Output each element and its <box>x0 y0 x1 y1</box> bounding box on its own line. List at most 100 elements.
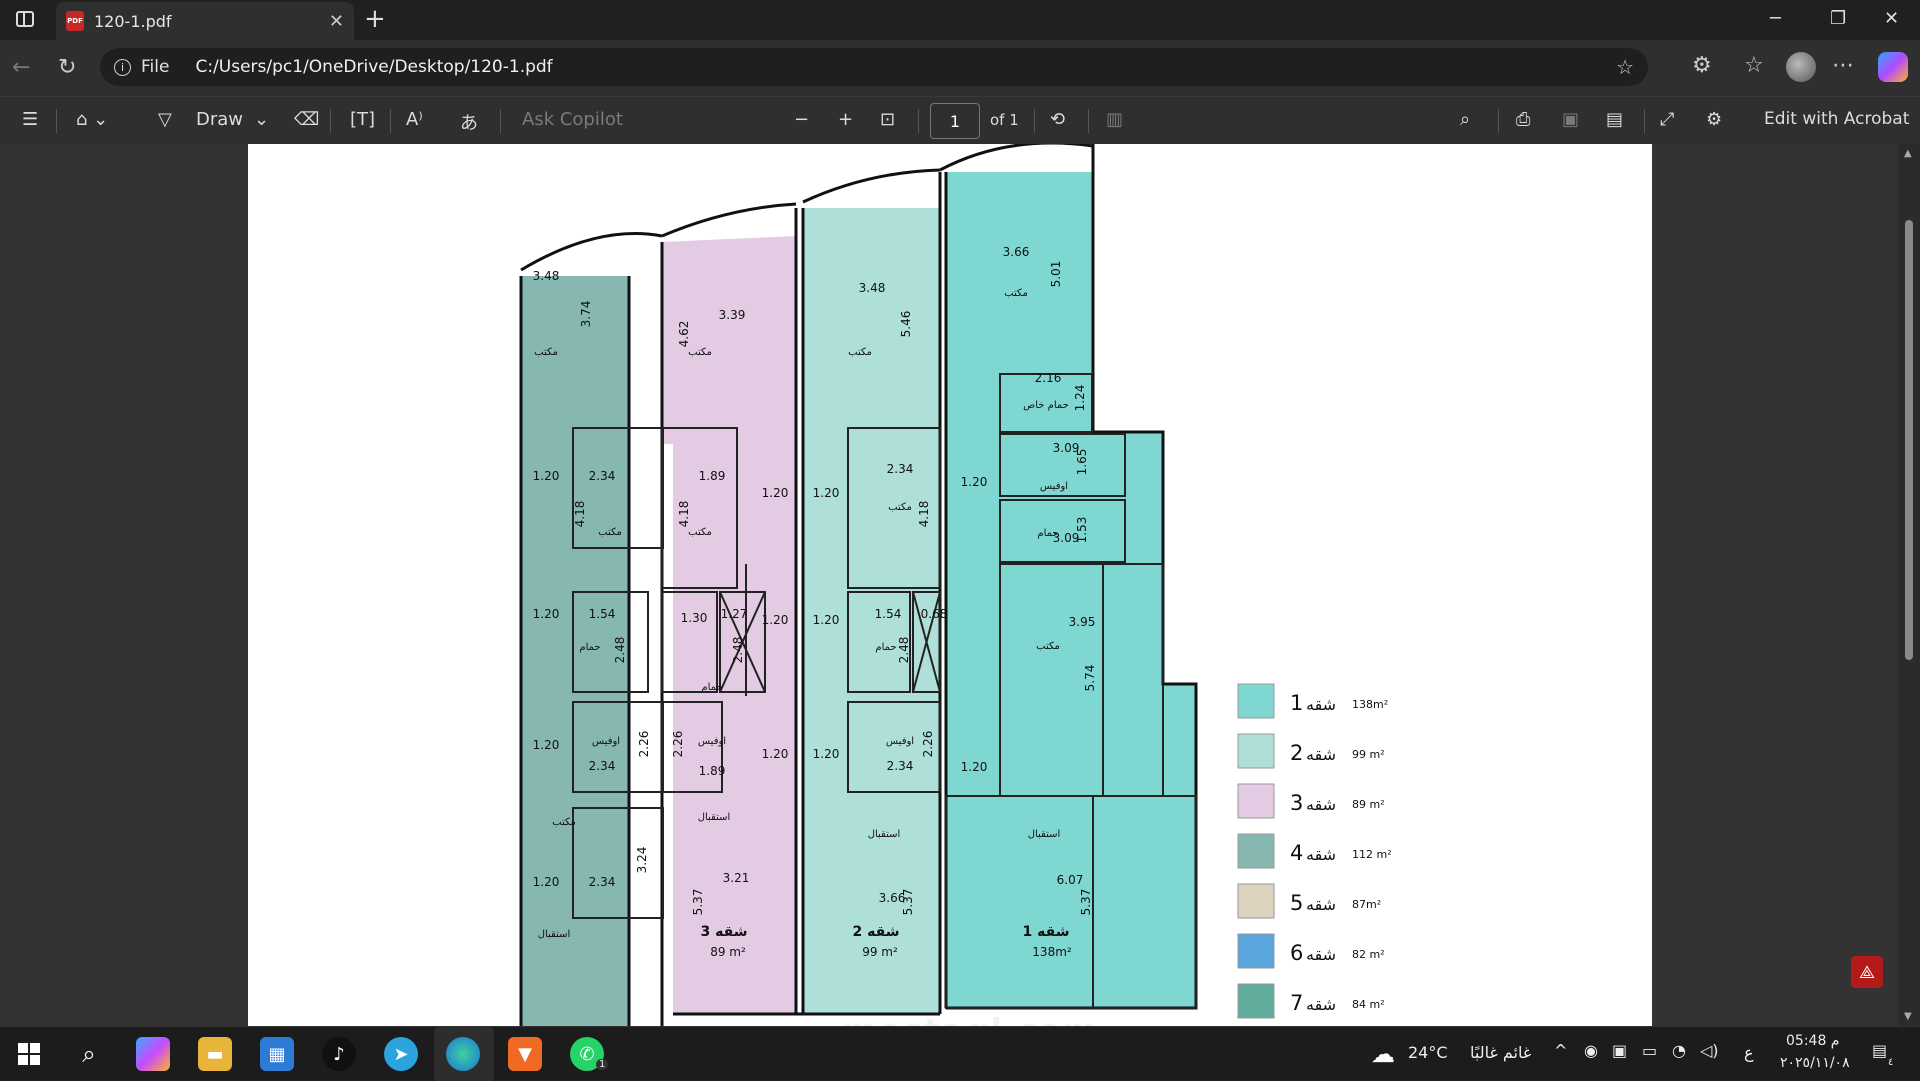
input-method[interactable]: ع <box>1744 1043 1754 1062</box>
room-label: حمام خاص <box>1023 400 1069 411</box>
info-icon[interactable]: i <box>114 58 131 76</box>
page-view-icon[interactable]: ▥ <box>1106 109 1123 130</box>
weather-text[interactable]: غائم غالبًا <box>1470 1043 1531 1062</box>
highlight-icon[interactable]: ⌂ ⌄ <box>76 109 108 130</box>
scroll-up-icon[interactable]: ▲ <box>1904 148 1912 159</box>
draw-dropdown-icon[interactable]: ⌄ <box>254 109 269 130</box>
telegram-icon[interactable]: ➤ <box>384 1037 418 1071</box>
file-explorer-icon[interactable]: ▬ <box>198 1037 232 1071</box>
legend-number: 1 <box>1290 691 1303 715</box>
sidebar-toggle-icon[interactable] <box>16 11 34 27</box>
dimension-label: 1.27 <box>721 607 748 621</box>
clock-time[interactable]: 05:48 م <box>1786 1033 1839 1049</box>
copilot-icon[interactable] <box>1878 52 1908 82</box>
favorites-icon[interactable]: ☆ <box>1744 53 1764 78</box>
legend-number: 2 <box>1290 741 1303 765</box>
screen-icon[interactable]: ▣ <box>1612 1041 1627 1060</box>
extensions-icon[interactable]: ⚙ <box>1692 53 1712 78</box>
tab-pdf[interactable]: PDF 120-1.pdf ✕ <box>56 2 354 40</box>
ask-copilot-button[interactable]: Ask Copilot <box>522 109 623 130</box>
dimension-label: 3.95 <box>1069 615 1096 629</box>
legend-number: 7 <box>1290 991 1303 1015</box>
acrobat-icon[interactable]: ⟁ <box>1851 956 1883 988</box>
wifi-icon[interactable]: ◔ <box>1672 1041 1686 1060</box>
vertical-scrollbar[interactable]: ▲ ▼ <box>1898 144 1920 1026</box>
edit-with-acrobat-button[interactable]: Edit with Acrobat <box>1764 109 1909 129</box>
search-icon[interactable]: ⌕ <box>1460 109 1470 130</box>
close-window-icon[interactable]: ✕ <box>1884 8 1899 29</box>
settings-icon[interactable]: ⚙ <box>1706 109 1722 130</box>
windows-start-icon[interactable] <box>12 1037 46 1071</box>
room-label: استقبال <box>698 812 731 823</box>
weather-temp[interactable]: 24°C <box>1408 1043 1448 1062</box>
unit-tag-area: 89 m² <box>710 945 746 959</box>
scrollbar-thumb[interactable] <box>1905 220 1913 660</box>
minimize-icon[interactable]: ─ <box>1770 8 1781 29</box>
search-taskbar-icon[interactable]: ⌕ <box>72 1037 106 1071</box>
legend-label: شقه <box>1306 695 1336 714</box>
save-icon[interactable]: ▣ <box>1562 109 1579 130</box>
legend-swatch <box>1237 983 1275 1019</box>
dimension-label: 2.34 <box>887 462 914 476</box>
tab-title: 120-1.pdf <box>94 11 172 31</box>
room-label: حمام <box>875 642 896 653</box>
restore-icon[interactable]: ❐ <box>1830 8 1846 29</box>
fit-to-page-icon[interactable]: ⊡ <box>880 109 895 130</box>
contents-icon[interactable]: ☰ <box>22 109 38 130</box>
divider <box>1034 109 1035 133</box>
divider <box>1644 109 1645 133</box>
more-icon[interactable]: ⋯ <box>1832 53 1854 78</box>
legend-area: 99 m² <box>1352 748 1385 761</box>
notifications-icon[interactable]: ▤ <box>1872 1041 1887 1060</box>
unit-2-fill <box>803 208 940 1014</box>
rotate-icon[interactable]: ⟲ <box>1050 109 1065 130</box>
print-icon[interactable]: ⎙ <box>1516 109 1530 130</box>
clock-date[interactable]: ٢٠٢٥/١١/٠٨ <box>1780 1055 1850 1071</box>
legend-label: شقه <box>1306 745 1336 764</box>
pdf-viewer[interactable]: 3.48 3.74 1.20 2.34 4.18 1.20 1.54 2.48 1.30 1.20… <box>0 144 1920 1026</box>
profile-avatar[interactable] <box>1786 52 1816 82</box>
read-aloud-icon[interactable]: A⁾ <box>406 109 423 130</box>
eraser-icon[interactable]: ⌫ <box>294 109 319 130</box>
zoom-out-icon[interactable]: − <box>794 109 809 130</box>
close-tab-icon[interactable]: ✕ <box>329 11 344 32</box>
draw-button[interactable]: Draw <box>196 109 243 130</box>
text-box-icon[interactable]: [T] <box>350 109 375 130</box>
copilot-taskbar-icon[interactable] <box>136 1037 170 1071</box>
battery-icon[interactable]: ▭ <box>1642 1041 1657 1060</box>
favorite-star-icon[interactable]: ☆ <box>1616 55 1634 79</box>
legend-area: 87m² <box>1352 898 1381 911</box>
room-label: اوفيس <box>1040 481 1068 492</box>
address-bar[interactable]: i File C:/Users/pc1/OneDrive/Desktop/120… <box>100 48 1648 86</box>
page-total: of 1 <box>990 111 1019 129</box>
refresh-icon[interactable]: ↻ <box>58 55 76 80</box>
fullscreen-icon[interactable]: ⤢ <box>1660 109 1674 130</box>
zoom-in-icon[interactable]: + <box>838 109 853 130</box>
page-number-input[interactable]: 1 <box>930 103 980 139</box>
brave-icon[interactable]: ▼ <box>508 1037 542 1071</box>
room-label: حمام <box>579 642 600 653</box>
save-as-icon[interactable]: ▤ <box>1606 109 1623 130</box>
legend-number: 4 <box>1290 841 1303 865</box>
control-panel-icon[interactable]: ▦ <box>260 1037 294 1071</box>
back-icon[interactable]: ← <box>12 55 30 80</box>
address-url[interactable]: C:/Users/pc1/OneDrive/Desktop/120-1.pdf <box>195 57 1606 77</box>
weather-icon[interactable]: ☁ <box>1366 1037 1400 1071</box>
scroll-down-icon[interactable]: ▼ <box>1904 1011 1912 1022</box>
legend-label: شقه <box>1306 995 1336 1014</box>
wall <box>627 242 664 1026</box>
new-tab-icon[interactable]: + <box>364 4 386 34</box>
dimension-label: 5.74 <box>1083 665 1097 692</box>
room-label: مكتب <box>598 527 622 538</box>
draw-icon[interactable]: ▽ <box>158 109 172 130</box>
edge-icon[interactable] <box>446 1037 480 1071</box>
dimension-label: 1.20 <box>762 747 789 761</box>
legend-swatch <box>1237 783 1275 819</box>
tiktok-icon[interactable]: ♪ <box>322 1037 356 1071</box>
dimension-label: 5.37 <box>1079 889 1093 916</box>
show-hidden-icons-icon[interactable]: ^ <box>1554 1041 1567 1060</box>
room-label: مكتب <box>552 817 576 828</box>
translate-icon[interactable]: あ <box>460 109 478 135</box>
volume-icon[interactable]: ◁) <box>1700 1041 1719 1060</box>
record-icon[interactable]: ◉ <box>1584 1041 1598 1060</box>
